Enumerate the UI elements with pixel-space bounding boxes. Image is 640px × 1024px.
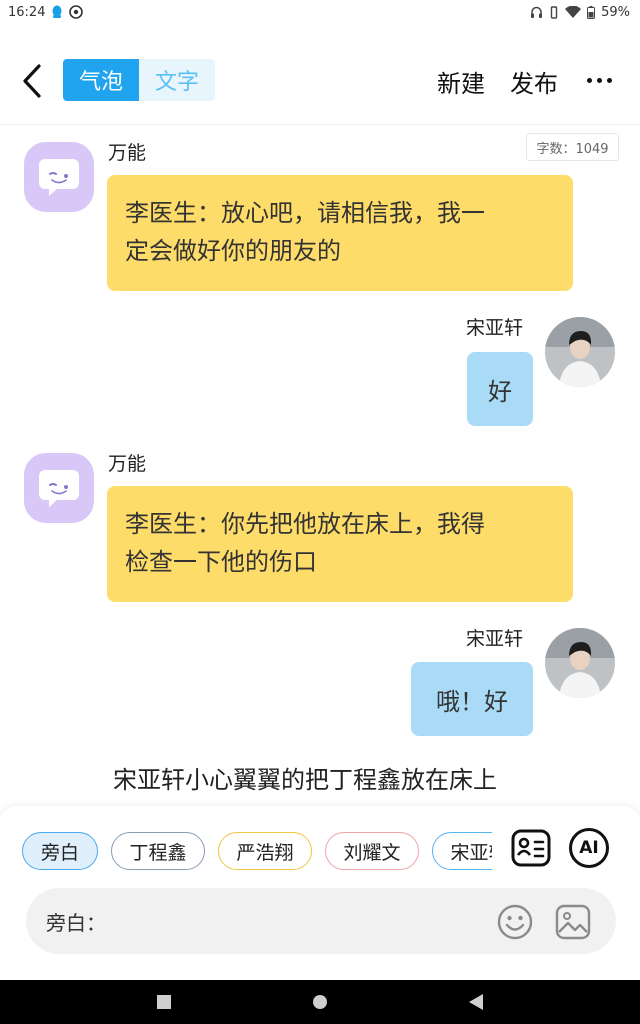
sender-name: 万能 <box>108 453 147 475</box>
more-dot <box>597 78 602 83</box>
more-options-button[interactable] <box>587 78 612 83</box>
battery-level: 59% <box>601 4 630 20</box>
person-photo <box>545 628 615 698</box>
ai-label: AI <box>579 838 599 858</box>
message-line: 定会做好你的朋友的 <box>125 237 341 265</box>
character-chip[interactable]: 丁程鑫 <box>111 832 205 870</box>
character-chip[interactable]: 刘耀文 <box>325 832 419 870</box>
user-avatar[interactable] <box>545 317 615 387</box>
tab-text[interactable]: 文字 <box>139 59 215 101</box>
ai-button[interactable]: AI <box>567 826 611 870</box>
qq-notification-icon <box>51 5 63 19</box>
message-bubble[interactable]: 李医生：放心吧，请相信我，我一 定会做好你的朋友的 <box>107 175 573 291</box>
home-button[interactable] <box>310 992 330 1012</box>
message-bubble[interactable]: 李医生：你先把他放在床上，我得 检查一下他的伤口 <box>107 486 573 602</box>
contact-card-icon <box>511 829 551 867</box>
character-chip[interactable]: 严浩翔 <box>218 832 312 870</box>
smiley-icon <box>497 904 533 940</box>
user-avatar[interactable] <box>545 628 615 698</box>
square-icon <box>157 995 171 1009</box>
sender-name: 宋亚轩 <box>466 317 524 339</box>
message-bubble[interactable]: 哦！好 <box>411 662 533 736</box>
bottom-input-panel: 旁白 丁程鑫 严浩翔 刘耀文 宋亚轩 AI 旁白： <box>0 806 640 980</box>
back-nav-button[interactable] <box>466 992 486 1012</box>
navigation-bar <box>0 980 640 1024</box>
message-line: 李医生：你先把他放在床上，我得 <box>125 510 485 538</box>
character-chip-narrator[interactable]: 旁白 <box>22 832 98 870</box>
sender-name: 万能 <box>108 142 147 164</box>
character-selector: 旁白 丁程鑫 严浩翔 刘耀文 宋亚轩 <box>22 832 492 870</box>
person-photo <box>545 317 615 387</box>
input-speaker-label: 旁白： <box>46 911 106 935</box>
status-time: 16:24 <box>8 4 46 20</box>
more-dot <box>607 78 612 83</box>
headset-icon <box>530 6 543 19</box>
chat-bubble-icon <box>39 470 79 507</box>
mode-toggle: 气泡 文字 <box>63 59 215 101</box>
header-divider <box>0 124 640 125</box>
browser-notification-icon <box>69 5 84 19</box>
header: 气泡 文字 新建 发布 <box>0 48 640 114</box>
character-card-button[interactable] <box>509 826 553 870</box>
word-count-badge: 字数：1049 <box>526 133 619 161</box>
bot-avatar[interactable] <box>24 453 94 523</box>
message-line: 检查一下他的伤口 <box>125 548 317 576</box>
emoji-button[interactable] <box>496 903 534 941</box>
recents-button[interactable] <box>154 992 174 1012</box>
tab-bubble[interactable]: 气泡 <box>63 59 139 101</box>
vibrate-icon <box>549 5 559 19</box>
sender-name: 宋亚轩 <box>466 628 524 650</box>
status-bar: 16:24 59% <box>0 0 640 24</box>
new-button[interactable]: 新建 <box>437 64 485 99</box>
wifi-icon <box>565 6 582 18</box>
image-button[interactable] <box>554 903 592 941</box>
circle-icon <box>313 995 327 1009</box>
battery-icon <box>587 5 596 19</box>
chat-bubble-icon <box>39 159 79 196</box>
publish-button[interactable]: 发布 <box>510 64 558 99</box>
chevron-left-icon <box>23 64 41 98</box>
bot-avatar[interactable] <box>24 142 94 212</box>
character-chip[interactable]: 宋亚轩 <box>432 832 492 870</box>
triangle-back-icon <box>469 994 483 1010</box>
back-button[interactable] <box>16 62 48 100</box>
message-line: 李医生：放心吧，请相信我，我一 <box>125 199 485 227</box>
narration-text[interactable]: 宋亚轩小心翼翼的把丁程鑫放在床上 <box>0 760 610 795</box>
message-input[interactable]: 旁白： <box>26 888 616 954</box>
message-bubble[interactable]: 好 <box>467 352 533 426</box>
more-dot <box>587 78 592 83</box>
image-icon <box>555 904 591 940</box>
